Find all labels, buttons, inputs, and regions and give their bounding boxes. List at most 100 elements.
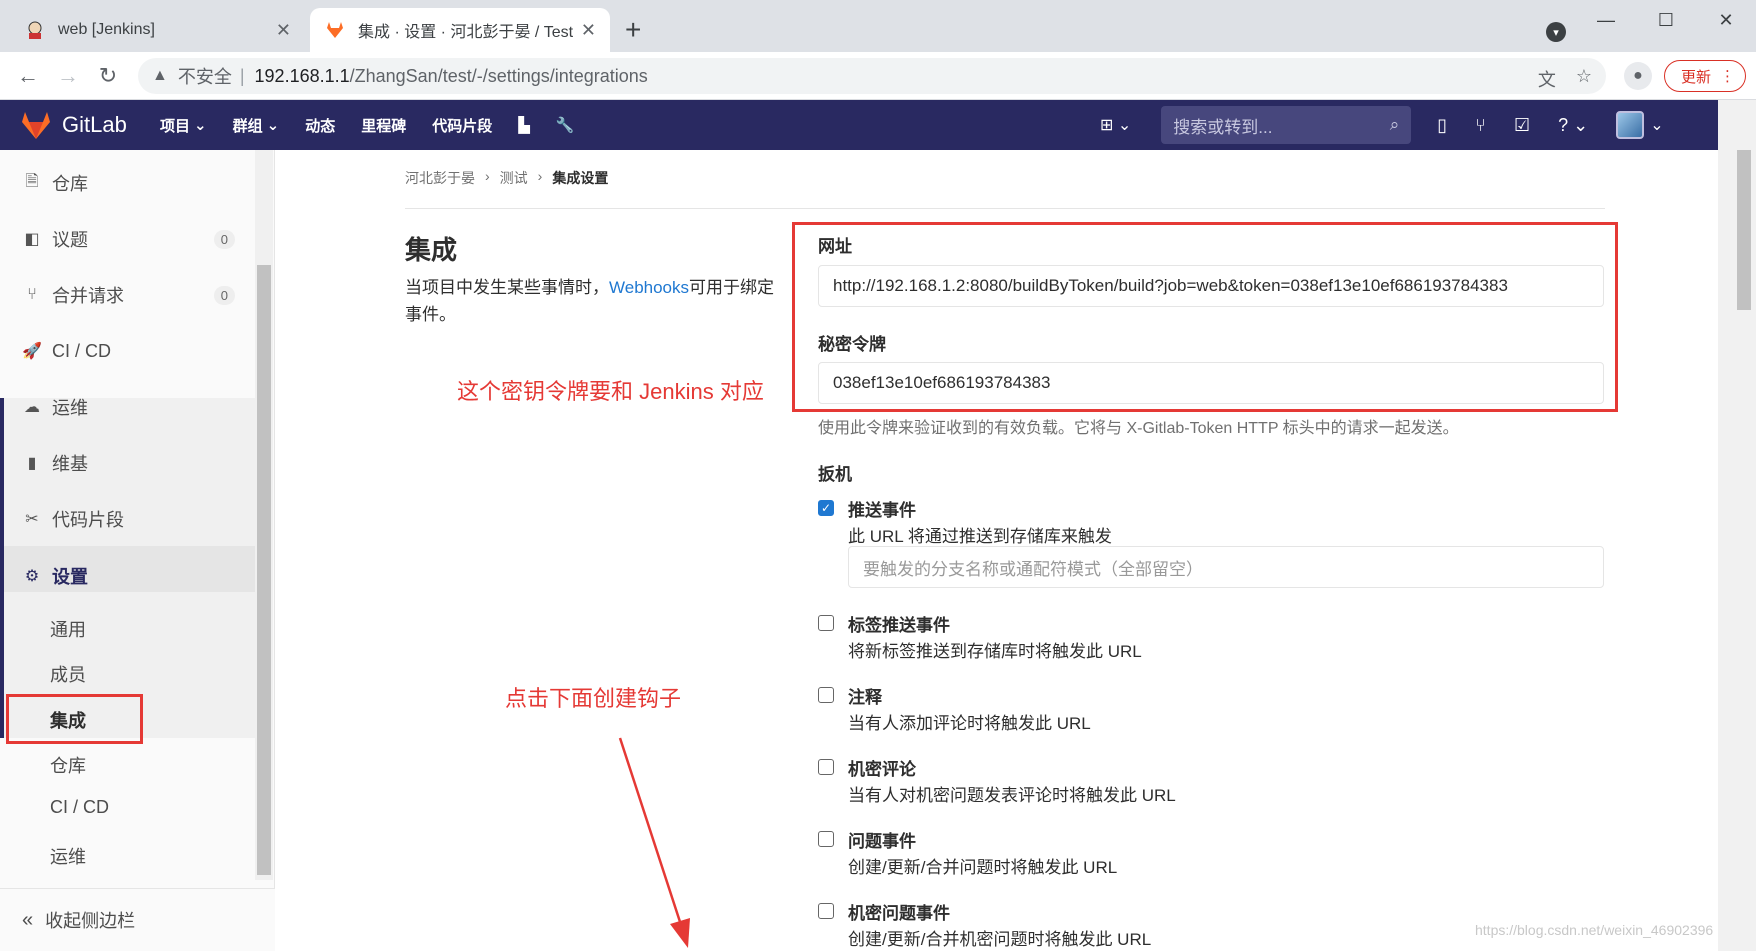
sidebar-scrollbar-thumb[interactable] — [257, 265, 271, 875]
page-scrollbar-thumb[interactable] — [1737, 150, 1751, 310]
close-tab-icon[interactable]: ✕ — [581, 20, 596, 41]
sidebar-item-operations[interactable]: ☁ 运维 — [0, 379, 255, 435]
tag-push-events-checkbox[interactable] — [818, 615, 834, 631]
issues-events-checkbox[interactable] — [818, 831, 834, 847]
tab-search-icon[interactable]: ▾ — [1546, 22, 1566, 42]
secret-token-help: 使用此令牌来验证收到的有效负载。它将与 X-Gitlab-Token HTTP … — [818, 420, 1459, 437]
annotation-arrow-icon — [618, 737, 690, 948]
nav-snippets[interactable]: 代码片段 — [432, 115, 492, 136]
book-icon: ▮ — [27, 455, 37, 472]
breadcrumb-chevron-icon: › — [485, 168, 490, 184]
tab-gitlab-integrations[interactable]: 集成 · 设置 · 河北彭于晏 / Test · ✕ — [310, 8, 610, 52]
tab-jenkins[interactable]: web [Jenkins] ✕ — [10, 8, 305, 52]
insecure-label: 不安全 — [177, 67, 232, 87]
chart-icon[interactable]: ▙ — [518, 116, 530, 134]
help-icon[interactable]: ? ⌄ — [1558, 115, 1588, 136]
gitlab-top-nav: 项目 ⌄ 群组 ⌄ 动态 里程碑 代码片段 ▙ 🔧 — [160, 100, 574, 150]
url-path: /ZhangSan/test/-/settings/integrations — [349, 65, 648, 86]
new-plus-dropdown-icon[interactable]: ⊞ ⌄ — [1100, 115, 1131, 135]
breadcrumb-project[interactable]: 测试 — [500, 168, 528, 188]
confidential-issues-events-checkbox[interactable] — [818, 903, 834, 919]
trigger-name: 注释 — [848, 688, 882, 707]
branch-filter-input[interactable]: 要触发的分支名称或通配符模式（全部留空） — [848, 546, 1604, 588]
minimize-icon[interactable]: — — [1576, 0, 1636, 40]
gitlab-logo[interactable]: GitLab — [20, 110, 127, 140]
page-title: 集成 — [405, 235, 458, 265]
double-chevron-left-icon: « — [22, 908, 34, 931]
merge-requests-header-icon[interactable]: ⑂ — [1475, 115, 1486, 136]
collapse-sidebar-button[interactable]: « 收起侧边栏 — [0, 888, 275, 951]
annotation-click-note: 点击下面创建钩子 — [505, 686, 682, 711]
close-window-icon[interactable]: ✕ — [1696, 0, 1756, 40]
watermark: https://blog.csdn.net/weixin_46902396 — [1475, 922, 1714, 938]
gitlab-search-input[interactable]: 搜索或转到... ⌕ — [1161, 106, 1412, 144]
bookmark-star-icon[interactable]: ☆ — [1576, 66, 1592, 92]
sidebar-item-issues[interactable]: ◧ 议题 0 — [0, 211, 255, 267]
sidebar-item-wiki[interactable]: ▮ 维基 — [0, 435, 255, 491]
breadcrumb: 河北彭于晏 › 测试 › 集成设置 — [405, 168, 608, 188]
todos-header-icon[interactable]: ☑ — [1514, 115, 1530, 136]
user-avatar[interactable] — [1616, 111, 1645, 139]
sidebar-sub-members[interactable]: 成员 — [50, 661, 86, 687]
breadcrumb-group[interactable]: 河北彭于晏 — [405, 168, 475, 188]
reload-icon[interactable]: ↻ — [94, 62, 122, 90]
wrench-icon[interactable]: 🔧 — [556, 116, 575, 134]
browser-toolbar: ← → ↻ ▲ 不安全 | 192.168.1.1 /ZhangSan/test… — [0, 52, 1756, 100]
gitlab-header: GitLab 项目 ⌄ 群组 ⌄ 动态 里程碑 代码片段 ▙ 🔧 ⊞ ⌄ 搜索或转到… — [0, 100, 1718, 150]
nav-projects[interactable]: 项目 ⌄ — [160, 115, 207, 136]
nav-activity[interactable]: 动态 — [305, 115, 335, 136]
sidebar-item-ci-cd[interactable]: 🚀 CI / CD — [0, 323, 255, 379]
warning-icon[interactable]: ▲ — [152, 67, 168, 85]
sidebar-item-merge-requests[interactable]: ⑂ 合并请求 0 — [0, 267, 255, 323]
close-tab-icon[interactable]: ✕ — [276, 20, 291, 41]
maximize-icon[interactable]: ☐ — [1636, 0, 1696, 40]
gear-icon: ⚙ — [24, 568, 40, 585]
trigger-description: 此 URL 将通过推送到存储库来触发 — [848, 527, 1112, 546]
page-description: 当项目中发生某些事情时，Webhooks可用于绑定事件。 — [405, 278, 775, 324]
update-button[interactable]: 更新 ⋮ — [1664, 60, 1746, 92]
annotation-token-note: 这个密钥令牌要和 Jenkins 对应 — [457, 379, 764, 404]
back-icon[interactable]: ← — [14, 62, 42, 90]
window-controls: — ☐ ✕ — [1576, 0, 1756, 40]
chevron-down-icon: ⌄ — [1650, 117, 1664, 134]
confidential-comments-checkbox[interactable] — [818, 759, 834, 775]
browser-tab-strip: web [Jenkins] ✕ 集成 · 设置 · 河北彭于晏 / Test ·… — [0, 0, 1756, 52]
annotation-box-integrations — [6, 694, 143, 744]
sidebar-item-settings[interactable]: ⚙ 设置 — [0, 548, 255, 604]
document-icon: 🗎 — [25, 172, 39, 190]
nav-milestones[interactable]: 里程碑 — [361, 115, 406, 136]
trigger-description: 当有人对机密问题发表评论时将触发此 URL — [848, 786, 1176, 805]
comments-checkbox[interactable] — [818, 687, 834, 703]
breadcrumb-current[interactable]: 集成设置 — [552, 168, 608, 188]
search-placeholder: 搜索或转到... — [1173, 117, 1273, 137]
sidebar-sub-general[interactable]: 通用 — [50, 616, 86, 642]
sidebar-sub-ci-cd[interactable]: CI / CD — [50, 797, 109, 818]
gitlab-header-right: ⊞ ⌄ 搜索或转到... ⌕ ▯ ⑂ ☑ ? ⌄ ⌄ — [1100, 100, 1664, 150]
nav-groups[interactable]: 群组 ⌄ — [233, 115, 280, 136]
trigger-name: 机密问题事件 — [848, 904, 950, 923]
sidebar-sub-operations[interactable]: 运维 — [50, 843, 86, 869]
issues-icon: ◧ — [24, 231, 40, 248]
update-label: 更新 — [1681, 68, 1712, 86]
annotation-box-url-token — [792, 222, 1618, 412]
sidebar-sub-repository[interactable]: 仓库 — [50, 752, 86, 778]
sidebar-item-snippets[interactable]: ✂ 代码片段 — [0, 491, 255, 547]
translate-icon[interactable]: 文 — [1538, 66, 1556, 92]
kebab-menu-icon: ⋮ — [1720, 68, 1735, 85]
trigger-name: 标签推送事件 — [848, 616, 950, 635]
address-bar[interactable]: ▲ 不安全 | 192.168.1.1 /ZhangSan/test/-/set… — [138, 58, 1606, 94]
url-host: 192.168.1.1 — [254, 65, 350, 86]
trigger-description: 创建/更新/合并问题时将触发此 URL — [848, 858, 1118, 877]
tab-title: web [Jenkins] — [58, 21, 155, 38]
new-tab-icon[interactable]: + — [625, 16, 641, 44]
gitlab-brand-label: GitLab — [62, 112, 127, 137]
sidebar-item-repository[interactable]: 🗎 仓库 — [0, 155, 255, 211]
forward-icon[interactable]: → — [54, 62, 82, 90]
jenkins-favicon-icon — [24, 19, 46, 41]
triggers-title: 扳机 — [818, 465, 852, 484]
profile-avatar-icon[interactable]: ● — [1624, 62, 1652, 90]
cloud-gear-icon: ☁ — [24, 399, 40, 416]
issues-header-icon[interactable]: ▯ — [1437, 115, 1447, 136]
push-events-checkbox[interactable]: ✓ — [818, 500, 834, 516]
webhooks-link[interactable]: Webhooks — [609, 278, 689, 297]
